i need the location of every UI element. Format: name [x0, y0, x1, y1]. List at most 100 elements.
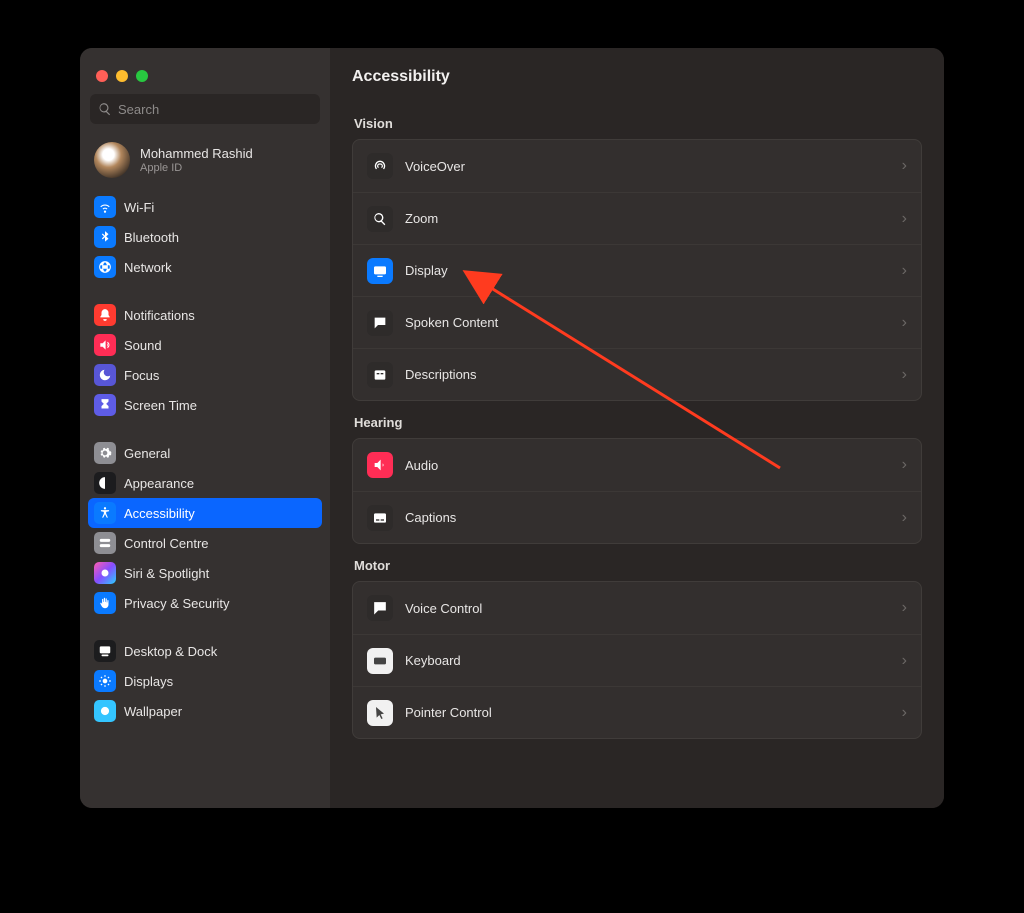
row-voice-control[interactable]: Voice Control ›	[353, 582, 921, 634]
sidebar-item-label: Siri & Spotlight	[124, 566, 209, 581]
sidebar-item-label: Notifications	[124, 308, 195, 323]
avatar	[94, 142, 130, 178]
main-body: Vision VoiceOver › Zoom › Display ›	[330, 96, 944, 808]
audio-icon	[367, 452, 393, 478]
row-keyboard[interactable]: Keyboard ›	[353, 634, 921, 686]
moon-icon	[94, 364, 116, 386]
switches-icon	[94, 532, 116, 554]
row-descriptions[interactable]: Descriptions ›	[353, 348, 921, 400]
sidebar-item-focus[interactable]: Focus	[88, 360, 322, 390]
sidebar-item-appearance[interactable]: Appearance	[88, 468, 322, 498]
row-label: VoiceOver	[405, 159, 890, 174]
sidebar-item-network[interactable]: Network	[88, 252, 322, 282]
sidebar-item-general[interactable]: General	[88, 438, 322, 468]
sidebar-item-label: Accessibility	[124, 506, 195, 521]
row-pointer-control[interactable]: Pointer Control ›	[353, 686, 921, 738]
row-label: Spoken Content	[405, 315, 890, 330]
dock-icon	[94, 640, 116, 662]
sidebar-nav: Wi-Fi Bluetooth Network Notifications	[80, 192, 330, 808]
wallpaper-icon	[94, 700, 116, 722]
row-spoken-content[interactable]: Spoken Content ›	[353, 296, 921, 348]
account-name: Mohammed Rashid	[140, 146, 253, 162]
speech-icon	[367, 310, 393, 336]
sidebar-item-control-centre[interactable]: Control Centre	[88, 528, 322, 558]
sidebar-item-label: Screen Time	[124, 398, 197, 413]
hand-icon	[94, 592, 116, 614]
sidebar: Mohammed Rashid Apple ID Wi-Fi Bluetooth…	[80, 48, 330, 808]
sidebar-item-wallpaper[interactable]: Wallpaper	[88, 696, 322, 726]
sidebar-item-label: Bluetooth	[124, 230, 179, 245]
bell-icon	[94, 304, 116, 326]
section-title-hearing: Hearing	[354, 415, 922, 430]
descriptions-icon	[367, 362, 393, 388]
search-input[interactable]	[118, 102, 312, 117]
accessibility-icon	[94, 502, 116, 524]
appearance-icon	[94, 472, 116, 494]
chevron-right-icon: ›	[902, 456, 907, 474]
sidebar-item-bluetooth[interactable]: Bluetooth	[88, 222, 322, 252]
row-label: Keyboard	[405, 653, 890, 668]
section-title-vision: Vision	[354, 116, 922, 131]
sidebar-item-label: Privacy & Security	[124, 596, 229, 611]
chevron-right-icon: ›	[902, 509, 907, 527]
row-zoom[interactable]: Zoom ›	[353, 192, 921, 244]
sidebar-item-desktop-dock[interactable]: Desktop & Dock	[88, 636, 322, 666]
chevron-right-icon: ›	[902, 366, 907, 384]
sidebar-item-label: Focus	[124, 368, 159, 383]
hourglass-icon	[94, 394, 116, 416]
window-controls	[80, 56, 330, 94]
chevron-right-icon: ›	[902, 157, 907, 175]
row-captions[interactable]: Captions ›	[353, 491, 921, 543]
chevron-right-icon: ›	[902, 704, 907, 722]
sidebar-item-screen-time[interactable]: Screen Time	[88, 390, 322, 420]
sidebar-item-label: Control Centre	[124, 536, 209, 551]
bluetooth-icon	[94, 226, 116, 248]
row-label: Zoom	[405, 211, 890, 226]
search-field[interactable]	[90, 94, 320, 124]
search-wrap	[80, 94, 330, 132]
sidebar-item-label: Network	[124, 260, 172, 275]
section-title-motor: Motor	[354, 558, 922, 573]
hearing-panel: Audio › Captions ›	[352, 438, 922, 544]
settings-window: Mohammed Rashid Apple ID Wi-Fi Bluetooth…	[80, 48, 944, 808]
nav-group: Notifications Sound Focus Screen Time	[88, 300, 322, 420]
maximize-button[interactable]	[136, 70, 148, 82]
sound-icon	[94, 334, 116, 356]
sidebar-item-displays[interactable]: Displays	[88, 666, 322, 696]
sidebar-item-privacy-security[interactable]: Privacy & Security	[88, 588, 322, 618]
search-icon	[98, 102, 112, 116]
zoom-icon	[367, 206, 393, 232]
row-label: Captions	[405, 510, 890, 525]
row-display[interactable]: Display ›	[353, 244, 921, 296]
chevron-right-icon: ›	[902, 262, 907, 280]
sidebar-item-label: Wi-Fi	[124, 200, 154, 215]
voice-control-icon	[367, 595, 393, 621]
sidebar-item-accessibility[interactable]: Accessibility	[88, 498, 322, 528]
wifi-icon	[94, 196, 116, 218]
row-label: Pointer Control	[405, 705, 890, 720]
minimize-button[interactable]	[116, 70, 128, 82]
main-header: Accessibility	[330, 48, 944, 96]
sidebar-item-siri-spotlight[interactable]: Siri & Spotlight	[88, 558, 322, 588]
close-button[interactable]	[96, 70, 108, 82]
row-audio[interactable]: Audio ›	[353, 439, 921, 491]
nav-group: Wi-Fi Bluetooth Network	[88, 192, 322, 282]
captions-icon	[367, 505, 393, 531]
sidebar-item-wifi[interactable]: Wi-Fi	[88, 192, 322, 222]
gear-icon	[94, 442, 116, 464]
row-label: Voice Control	[405, 601, 890, 616]
account-row[interactable]: Mohammed Rashid Apple ID	[80, 132, 330, 192]
chevron-right-icon: ›	[902, 599, 907, 617]
row-label: Audio	[405, 458, 890, 473]
row-voiceover[interactable]: VoiceOver ›	[353, 140, 921, 192]
sidebar-item-notifications[interactable]: Notifications	[88, 300, 322, 330]
network-icon	[94, 256, 116, 278]
row-label: Display	[405, 263, 890, 278]
chevron-right-icon: ›	[902, 314, 907, 332]
sidebar-item-sound[interactable]: Sound	[88, 330, 322, 360]
pointer-icon	[367, 700, 393, 726]
sidebar-item-label: General	[124, 446, 170, 461]
sidebar-item-label: Desktop & Dock	[124, 644, 217, 659]
sidebar-item-label: Appearance	[124, 476, 194, 491]
vision-panel: VoiceOver › Zoom › Display › Spoken Cont…	[352, 139, 922, 401]
